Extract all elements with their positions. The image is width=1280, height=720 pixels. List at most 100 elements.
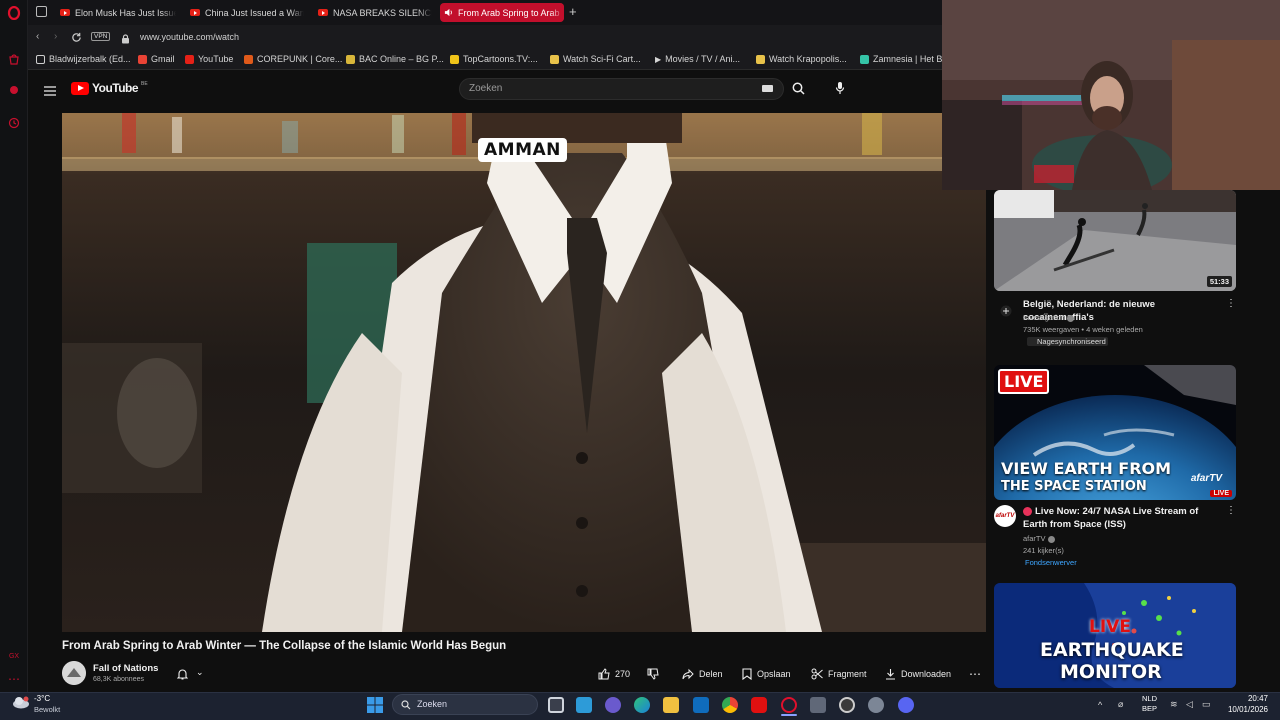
taskbar-search[interactable]: Zoeken — [392, 694, 538, 715]
new-tab-plus-icon[interactable]: + — [569, 4, 577, 19]
clock-date[interactable]: 10/01/2026 — [1216, 705, 1268, 714]
opera-logo-icon[interactable] — [7, 5, 21, 21]
history-icon[interactable] — [7, 117, 21, 131]
app-icon[interactable] — [839, 697, 855, 713]
back-arrow-icon[interactable]: ‹ — [36, 31, 39, 42]
forward-arrow-icon[interactable]: › — [54, 31, 57, 42]
tab-menu-icon[interactable] — [36, 6, 47, 17]
share-label: Delen — [699, 669, 723, 679]
wifi-icon[interactable]: ≋ — [1170, 699, 1178, 710]
save-button[interactable]: Opslaan — [742, 666, 791, 682]
bookmark-item[interactable]: Bladwijzerbalk (Ed... — [36, 54, 131, 64]
bell-icon[interactable] — [176, 667, 189, 685]
share-button[interactable]: Delen — [682, 666, 723, 682]
folder-icon — [36, 54, 45, 64]
bookmark-item[interactable]: COREPUNK | Core... — [244, 54, 342, 64]
bookmark-item[interactable]: TopCartoons.TV:... — [450, 54, 538, 64]
show-hidden-icons-icon[interactable]: ^ — [1098, 700, 1102, 710]
view-meta: 735K weergaven • 4 weken geleden — [1023, 325, 1143, 334]
opera-gx-icon[interactable] — [781, 697, 797, 713]
weather-description[interactable]: Bewolkt — [34, 705, 60, 714]
channel-name[interactable]: Investigation — [1023, 313, 1075, 322]
lock-icon[interactable] — [121, 31, 130, 49]
thumbnail-line-2: THE SPACE STATION — [1001, 479, 1147, 494]
bookmarks-bar: Bladwijzerbalk (Ed... Gmail YouTube CORE… — [28, 50, 947, 70]
bookmark-item[interactable]: Gmail — [138, 54, 175, 64]
recommendation-title[interactable]: Live Now: 24/7 NASA Live Stream of Earth… — [1023, 505, 1223, 531]
store-icon[interactable] — [576, 697, 592, 713]
outlook-icon[interactable] — [693, 697, 709, 713]
webcam-image — [942, 0, 1280, 190]
discord-icon[interactable] — [898, 697, 914, 713]
shopping-bag-icon[interactable] — [7, 53, 21, 67]
more-dots-icon[interactable]: ⋯ — [7, 672, 21, 686]
volume-icon[interactable]: ◁ — [1186, 699, 1193, 710]
microphone-icon[interactable] — [835, 81, 845, 100]
channel-name[interactable]: afarTV — [1023, 534, 1055, 543]
file-explorer-icon[interactable] — [663, 697, 679, 713]
more-vertical-icon[interactable]: ⋮ — [1226, 505, 1236, 516]
more-vertical-icon[interactable]: ⋮ — [1226, 298, 1236, 309]
weather-temperature[interactable]: -3°C — [34, 694, 50, 703]
weather-cloud-icon[interactable] — [12, 695, 30, 714]
like-button[interactable]: 270 — [598, 666, 630, 682]
clip-button[interactable]: Fragment — [811, 666, 867, 682]
viewer-count: 241 kijker(s) — [1023, 546, 1064, 555]
bac-icon — [346, 54, 355, 64]
windows-start-icon[interactable] — [367, 697, 383, 718]
bookmark-item[interactable]: Watch Krapopolis... — [756, 54, 847, 64]
search-input[interactable]: Zoeken — [459, 78, 784, 100]
youtube-icon — [60, 9, 70, 16]
youtube-logo[interactable]: YouTube BE — [71, 81, 148, 95]
messenger-icon[interactable] — [7, 84, 21, 98]
calculator-icon[interactable] — [810, 697, 826, 713]
bookmark-item[interactable]: Watch Sci-Fi Cart... — [550, 54, 641, 64]
bookmark-icon — [742, 668, 752, 680]
video-duration: 51:33 — [1206, 276, 1232, 287]
channel-avatar[interactable] — [62, 661, 86, 685]
language-indicator[interactable]: NLD BEP — [1142, 694, 1157, 714]
address-bar: ‹ › VPN www.youtube.com/watch — [28, 25, 942, 50]
keyboard-icon[interactable] — [762, 85, 773, 92]
youtube-app-icon[interactable] — [751, 697, 767, 713]
gx-icon[interactable]: GX — [7, 650, 21, 664]
dislike-button[interactable] — [647, 666, 659, 682]
recommendation-thumbnail[interactable]: LIVE VIEW EARTH FROM THE SPACE STATION a… — [994, 365, 1236, 500]
download-button[interactable]: Downloaden — [885, 666, 951, 682]
video-player[interactable]: AMMAN — [62, 113, 986, 632]
youtube-icon — [318, 9, 328, 16]
search-icon[interactable] — [792, 82, 805, 100]
channel-name[interactable]: Fall of Nations — [93, 663, 158, 674]
tab-china-warning[interactable]: China Just Issued a Warning — [186, 3, 304, 22]
battery-icon[interactable]: ▭ — [1202, 699, 1211, 710]
corepunk-icon — [244, 54, 253, 64]
teams-icon[interactable] — [605, 697, 621, 713]
clock-time[interactable]: 20:47 — [1224, 694, 1268, 703]
tab-arab-spring[interactable]: From Arab Spring to Arab — [440, 3, 564, 22]
reload-icon[interactable] — [71, 30, 82, 48]
tab-nasa-silence[interactable]: NASA BREAKS SILENCE on — [314, 3, 432, 22]
edge-icon[interactable] — [634, 697, 650, 713]
tab-elon-musk[interactable]: Elon Musk Has Just Issued — [56, 3, 176, 22]
bookmark-item[interactable]: BAC Online – BG P... — [346, 54, 444, 64]
more-actions-icon[interactable]: ⋯ — [969, 666, 981, 682]
vpn-badge[interactable]: VPN — [91, 32, 111, 41]
chevron-down-icon[interactable]: ⌄ — [196, 667, 204, 678]
bookmark-item[interactable]: YouTube — [185, 54, 233, 64]
recommendation-thumbnail[interactable]: 51:33 — [994, 190, 1236, 291]
speaker-icon[interactable] — [444, 8, 453, 17]
task-view-icon[interactable] — [548, 697, 564, 713]
network-icon[interactable]: ⌀ — [1118, 699, 1123, 710]
share-icon — [682, 668, 694, 680]
settings-gear-icon[interactable] — [868, 697, 884, 713]
afartv-avatar[interactable]: afarTV — [994, 505, 1016, 527]
url-text[interactable]: www.youtube.com/watch — [140, 32, 239, 42]
chrome-icon[interactable] — [722, 697, 738, 713]
hamburger-menu-icon[interactable] — [44, 83, 56, 101]
verified-check-icon — [1067, 314, 1075, 322]
download-icon — [886, 669, 895, 680]
bookmark-item[interactable]: ▶ Movies / TV / Ani... — [655, 54, 740, 64]
dubbed-badge: Nagesynchroniseerd — [1027, 337, 1108, 346]
recommendation-thumbnail[interactable]: LIVE EARTHQUAKE MONITOR — [994, 583, 1236, 688]
bookmark-item[interactable]: Zamnesia | Het Be — [860, 54, 947, 64]
